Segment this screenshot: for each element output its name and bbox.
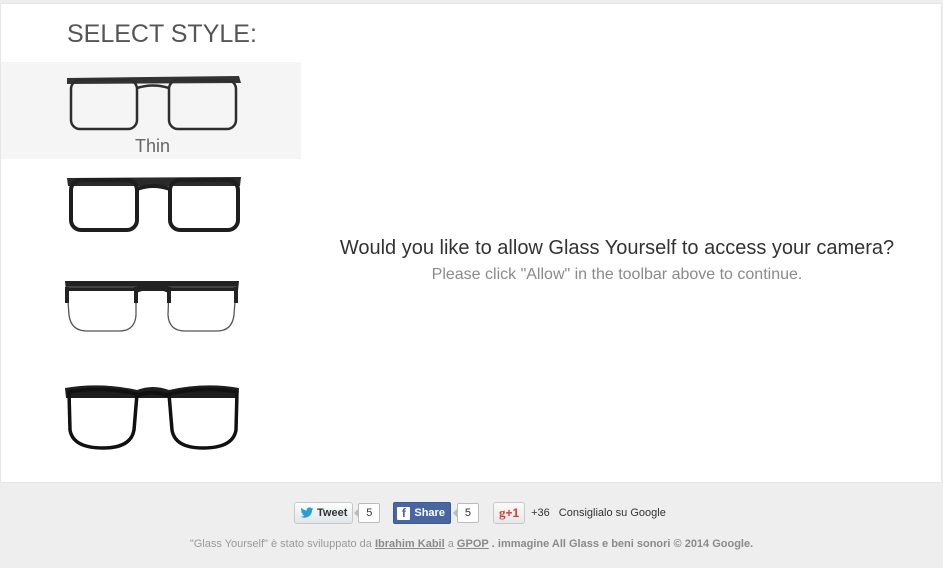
tweet-count: 5 (354, 503, 381, 523)
gplus-recommend-text: Consiglialo su Google (558, 507, 666, 519)
credits-text-2: a (447, 538, 454, 550)
facebook-share-button[interactable]: f Share (393, 502, 451, 524)
tweet-button[interactable]: Tweet (294, 502, 354, 524)
credits-text-3: . immagine All Glass e beni sonori © 201… (491, 538, 754, 550)
twitter-bird-icon (300, 507, 314, 518)
half-rim-glasses-icon (65, 281, 239, 332)
camera-permission-title: Would you like to allow Glass Yourself t… (339, 237, 895, 259)
footer-credits: "Glass Yourself" è stato sviluppato da I… (0, 538, 943, 550)
style-option-3[interactable] (1, 267, 301, 347)
gplus-button[interactable]: g +1 (492, 502, 526, 524)
style-option-4[interactable] (1, 372, 301, 460)
gplus-label: +1 (505, 506, 520, 520)
share-count: 5 (452, 503, 479, 523)
tweet-label: Tweet (317, 507, 348, 519)
social-bar: Tweet 5 f Share 5 g +1 +36 Consiglialo s… (294, 502, 666, 524)
main-card: SELECT STYLE: Thin Would you like to all… (1, 4, 941, 482)
select-style-title: SELECT STYLE: (67, 20, 257, 48)
round-glasses-icon (65, 385, 239, 450)
credits-text-1: "Glass Yourself" è stato sviluppato da (189, 538, 372, 550)
style-option-2[interactable] (1, 164, 301, 244)
style-option-thin[interactable]: Thin (1, 62, 301, 159)
facebook-icon: f (397, 506, 411, 520)
author-link[interactable]: Ibrahim Kabil (375, 538, 445, 550)
style-label: Thin (134, 136, 170, 156)
share-label: Share (414, 507, 445, 519)
gpop-link[interactable]: GPOP (457, 538, 489, 550)
thick-glasses-icon (67, 177, 241, 232)
gplus-count: +36 (531, 507, 550, 519)
camera-permission-subtitle: Please click "Allow" in the toolbar abov… (431, 266, 803, 283)
